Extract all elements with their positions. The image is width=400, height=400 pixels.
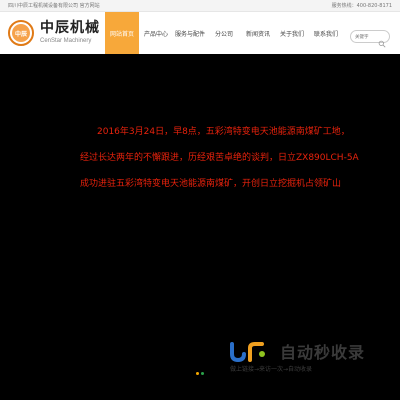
slider-dot-2[interactable] xyxy=(201,372,204,375)
slider-dot-1[interactable] xyxy=(196,372,199,375)
search-input[interactable] xyxy=(355,33,379,41)
nav-item-news[interactable]: 新闻资讯 xyxy=(241,12,275,54)
nav-item-products[interactable]: 产品中心 xyxy=(139,12,173,54)
brand-name-cn: 中辰机械 xyxy=(40,20,100,36)
top-info-bar: 四川中辰工程机械设备有限公司 官方网站 服务热线：400-820-8171 xyxy=(0,0,400,12)
search-box xyxy=(350,30,390,48)
watermark: 自动秒收录 做上链接→来访一次→自动收录 xyxy=(228,335,388,380)
phone-label: 服务热线：400-820-8171 xyxy=(331,3,392,9)
nav-item-contact[interactable]: 联系我们 xyxy=(309,12,343,54)
main-nav: 网站首页 产品中心 服务与配件 分公司 新闻资讯 关于我们 联系我们 xyxy=(105,12,343,54)
watermark-title: 自动秒收录 xyxy=(280,343,366,362)
slider-pagination xyxy=(196,372,206,375)
site-logo[interactable]: 中辰 xyxy=(8,20,34,46)
banner-text-line-2: 经过长达两年的不懈跟进，历经艰苦卓绝的谈判，日立ZX890LCH-5A xyxy=(80,153,359,163)
watermark-subtitle: 做上链接→来访一次→自动收录 xyxy=(230,366,313,373)
company-label: 四川中辰工程机械设备有限公司 官方网站 xyxy=(8,3,100,9)
logo-mark: 中辰 xyxy=(12,24,30,42)
brand[interactable]: 中辰机械 CenStar Machinery xyxy=(40,20,100,44)
banner-text-line-3: 成功进驻五彩湾特变电天池能源南煤矿，开创日立挖掘机占领矿山 xyxy=(80,179,342,189)
nav-item-about[interactable]: 关于我们 xyxy=(275,12,309,54)
nav-item-service-parts[interactable]: 服务与配件 xyxy=(173,12,207,54)
search-icon[interactable] xyxy=(378,33,386,48)
nav-item-home[interactable]: 网站首页 xyxy=(105,12,139,54)
watermark-logo-icon xyxy=(230,342,265,363)
brand-name-en: CenStar Machinery xyxy=(40,38,92,44)
nav-item-branches[interactable]: 分公司 xyxy=(207,12,241,54)
banner-text-line-1: 2016年3月24日，早8点，五彩湾特变电天池能源南煤矿工地， xyxy=(97,127,350,137)
